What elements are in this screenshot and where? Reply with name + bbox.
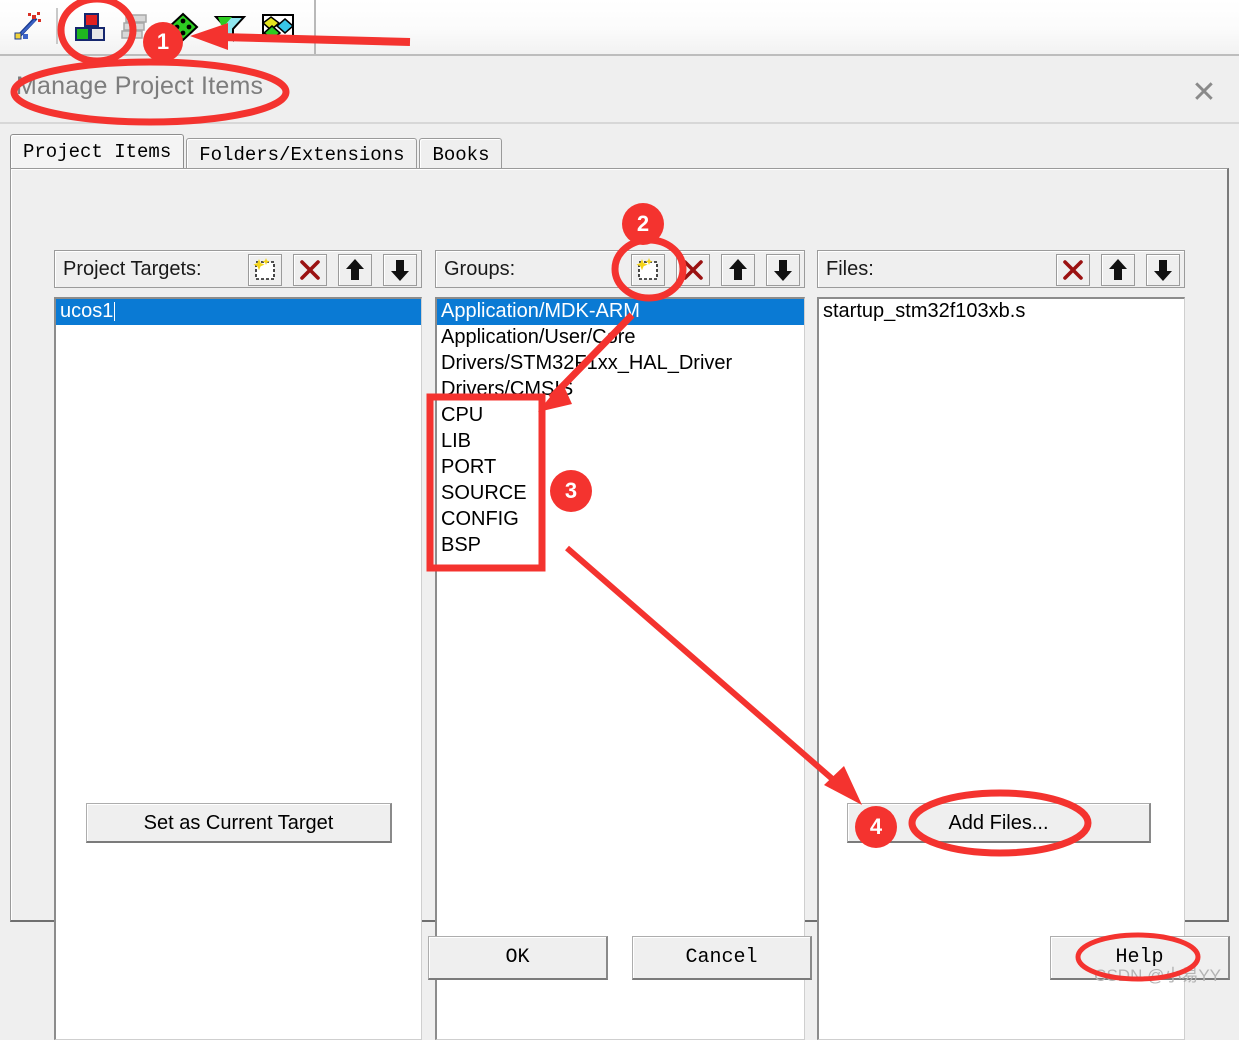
configure-filter-icon[interactable] bbox=[212, 9, 248, 45]
list-item[interactable]: BSP bbox=[437, 533, 804, 559]
list-item[interactable]: startup_stm32f103xb.s bbox=[819, 299, 1184, 325]
move-up-icon[interactable] bbox=[338, 254, 372, 286]
list-item[interactable]: Drivers/STM32F1xx_HAL_Driver bbox=[437, 351, 804, 377]
tab-strip: Project Items Folders/Extensions Books bbox=[10, 134, 504, 170]
project-targets-label: Project Targets: bbox=[63, 258, 202, 280]
manage-project-items-icon[interactable] bbox=[72, 9, 108, 45]
groups-listbox[interactable]: Application/MDK-ARM Application/User/Cor… bbox=[435, 297, 805, 1040]
list-item-label: ucos1 bbox=[60, 300, 114, 322]
new-icon[interactable] bbox=[631, 254, 665, 286]
set-as-current-target-button[interactable]: Set as Current Target bbox=[86, 803, 392, 843]
list-item[interactable]: CPU bbox=[437, 403, 804, 429]
toolbar-separator bbox=[56, 8, 58, 44]
list-item[interactable]: LIB bbox=[437, 429, 804, 455]
move-up-icon[interactable] bbox=[1101, 254, 1135, 286]
move-down-icon[interactable] bbox=[766, 254, 800, 286]
manage-components-icon[interactable] bbox=[260, 9, 296, 45]
list-item[interactable]: SOURCE bbox=[437, 481, 804, 507]
page-title: Manage Project Items bbox=[16, 72, 264, 100]
list-item[interactable]: ucos1 bbox=[56, 299, 421, 325]
list-item[interactable]: Application/MDK-ARM bbox=[437, 299, 804, 325]
groups-label: Groups: bbox=[444, 258, 516, 280]
close-icon[interactable]: ✕ bbox=[1183, 72, 1225, 114]
tab-folders-extensions[interactable]: Folders/Extensions bbox=[186, 138, 418, 168]
move-down-icon[interactable] bbox=[383, 254, 417, 286]
magic-wand-icon[interactable] bbox=[10, 9, 46, 45]
title-divider bbox=[0, 122, 1239, 124]
files-header: Files: bbox=[817, 250, 1185, 288]
list-item[interactable]: Application/User/Core bbox=[437, 325, 804, 351]
tab-project-items[interactable]: Project Items bbox=[10, 134, 185, 168]
annotation-badge-label: 2 bbox=[636, 211, 650, 236]
delete-icon[interactable] bbox=[1056, 254, 1090, 286]
move-down-icon[interactable] bbox=[1146, 254, 1180, 286]
annotation-badge-1: 1 bbox=[143, 22, 183, 62]
cancel-button[interactable]: Cancel bbox=[632, 936, 812, 980]
delete-icon[interactable] bbox=[293, 254, 327, 286]
move-up-icon[interactable] bbox=[721, 254, 755, 286]
application-toolbar bbox=[0, 0, 1239, 56]
annotation-badge-label: 4 bbox=[869, 814, 883, 839]
annotation-badge-2: 2 bbox=[622, 203, 664, 245]
groups-header: Groups: bbox=[435, 250, 805, 288]
delete-icon[interactable] bbox=[676, 254, 710, 286]
tab-books[interactable]: Books bbox=[419, 138, 503, 168]
annotation-badge-3: 3 bbox=[550, 470, 592, 512]
watermark: CSDN @小易YY bbox=[1094, 966, 1221, 985]
list-item[interactable]: CONFIG bbox=[437, 507, 804, 533]
text-caret bbox=[114, 302, 116, 321]
project-targets-header: Project Targets: bbox=[54, 250, 422, 288]
project-targets-listbox[interactable]: ucos1 bbox=[54, 297, 422, 1040]
annotation-badge-label: 3 bbox=[564, 478, 578, 503]
files-listbox[interactable]: startup_stm32f103xb.s bbox=[817, 297, 1185, 1040]
new-icon[interactable] bbox=[248, 254, 282, 286]
files-label: Files: bbox=[826, 258, 874, 280]
annotation-badge-4: 4 bbox=[855, 806, 897, 848]
list-item[interactable]: Drivers/CMSIS bbox=[437, 377, 804, 403]
annotation-badge-label: 1 bbox=[156, 29, 170, 54]
ok-button[interactable]: OK bbox=[428, 936, 608, 980]
list-item[interactable]: PORT bbox=[437, 455, 804, 481]
